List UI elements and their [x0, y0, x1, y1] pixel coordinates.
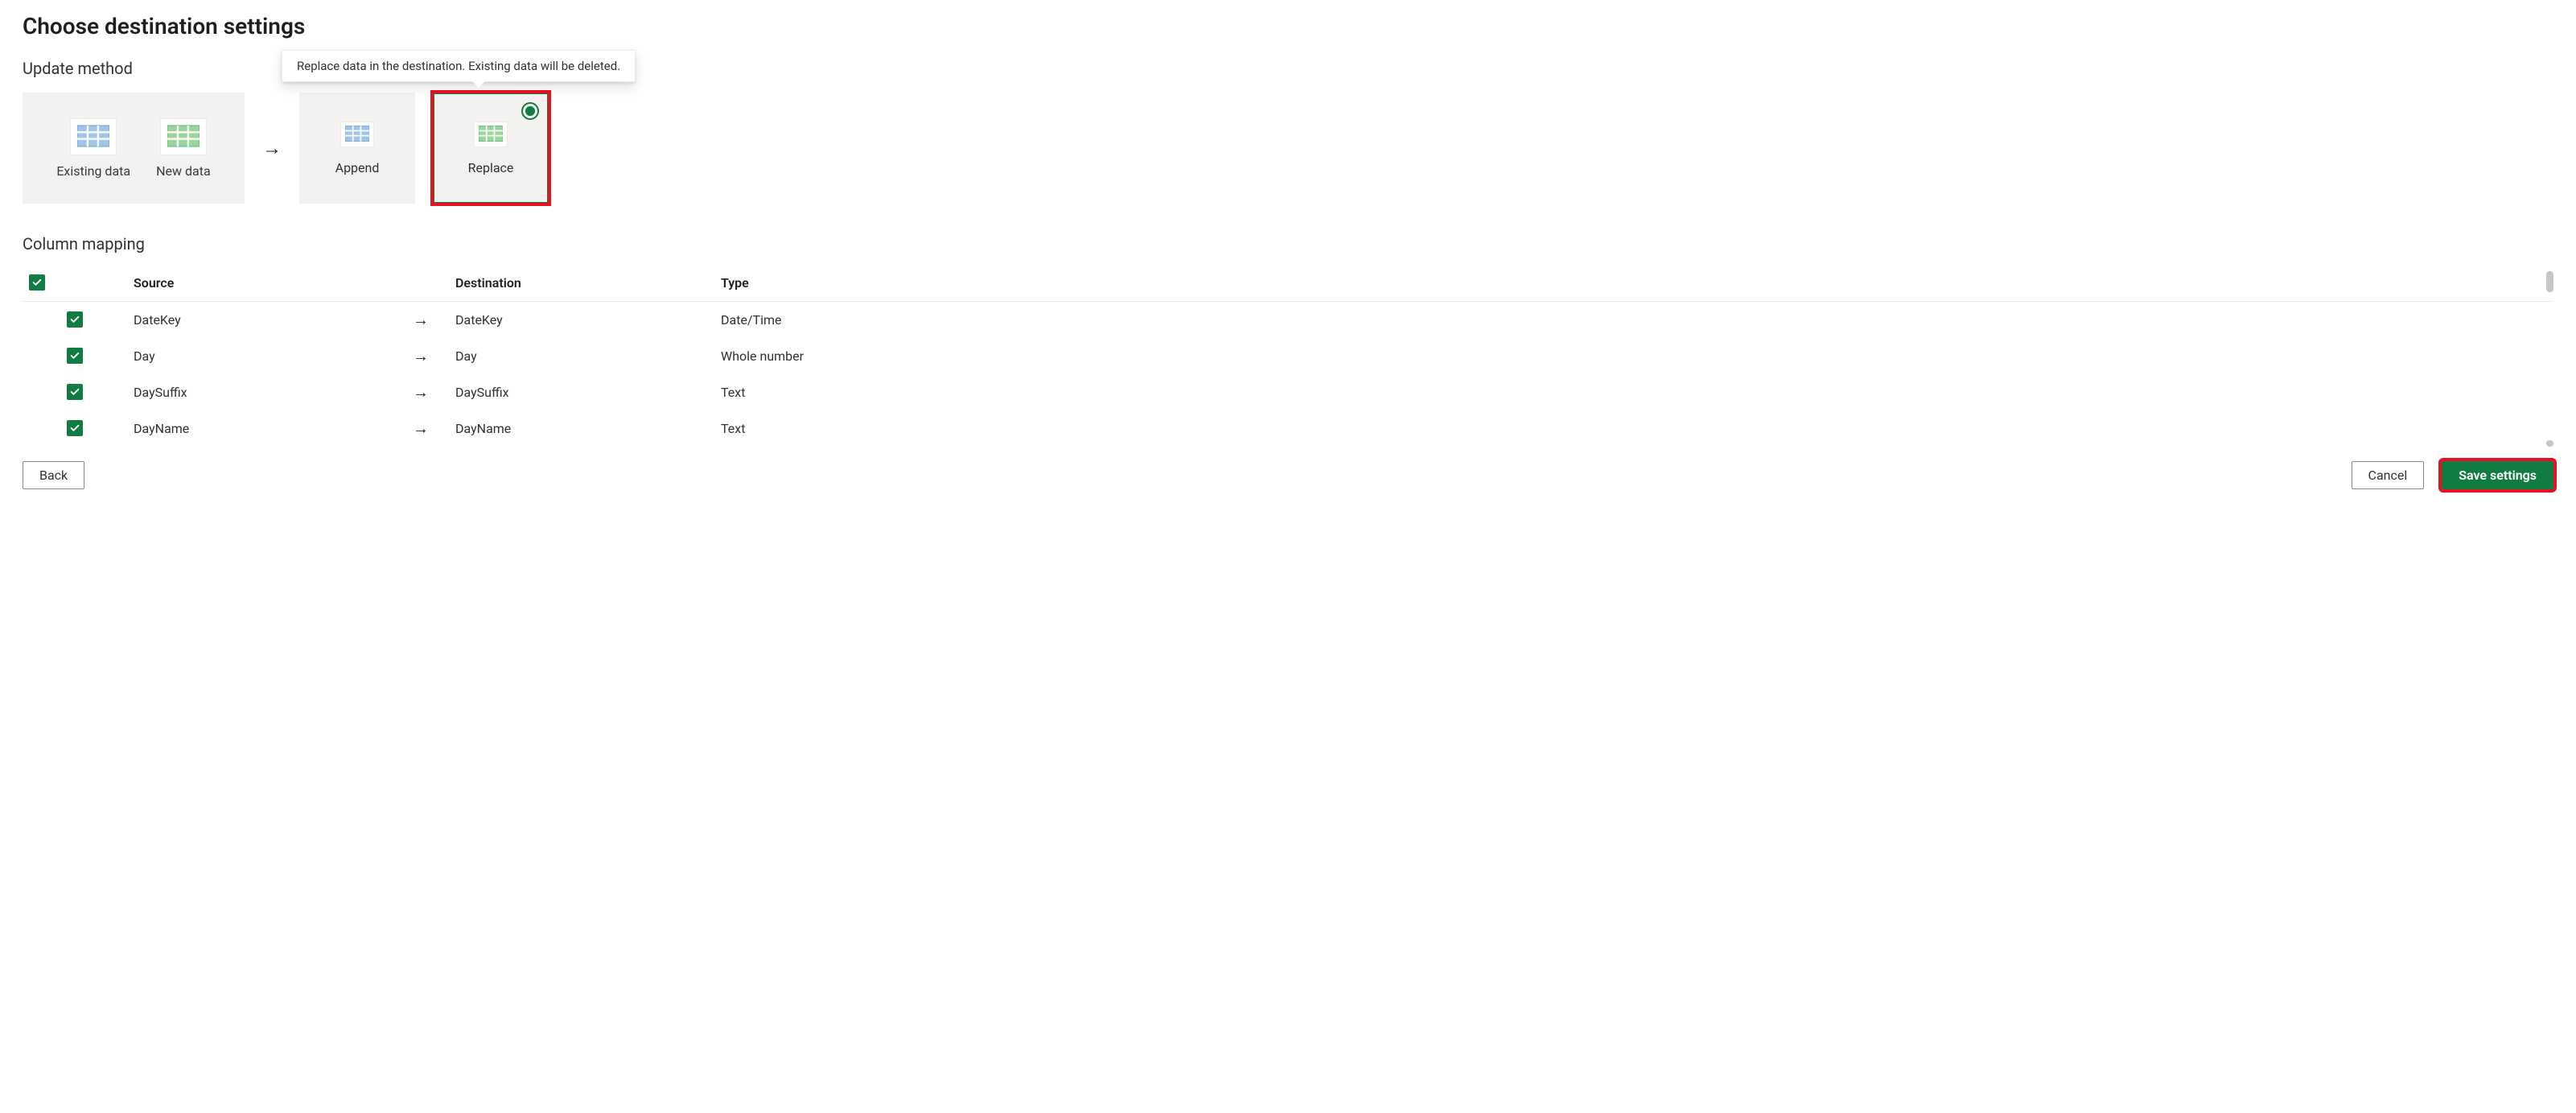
data-sources-panel: Existing data New data [23, 93, 245, 204]
update-method-row: Existing data New data → [23, 93, 2553, 204]
source-cell: Day [127, 338, 393, 374]
scrollbar-thumb[interactable] [2546, 271, 2553, 292]
header-type: Type [714, 268, 2553, 302]
type-cell: Text [714, 410, 2553, 447]
scrollbar-thumb[interactable] [2546, 440, 2553, 447]
radio-selected-icon [521, 102, 539, 120]
append-option[interactable]: Append [299, 93, 415, 204]
type-cell: Text [714, 374, 2553, 410]
row-checkbox[interactable] [67, 348, 83, 364]
row-checkbox[interactable] [67, 420, 83, 436]
save-settings-button[interactable]: Save settings [2442, 461, 2553, 489]
select-all-checkbox[interactable] [29, 274, 45, 291]
row-checkbox[interactable] [67, 384, 83, 400]
destination-cell: Day [449, 338, 714, 374]
table-icon [474, 122, 508, 147]
source-cell: DaySuffix [127, 374, 393, 410]
back-button[interactable]: Back [23, 461, 84, 489]
column-mapping-panel: Source Destination Type DateKey→DateKeyD… [23, 268, 2553, 447]
existing-data-block: Existing data [56, 118, 130, 179]
cancel-button[interactable]: Cancel [2352, 461, 2425, 489]
table-row: Day→DayWhole number [23, 338, 2553, 374]
arrow-right-icon: → [262, 137, 282, 160]
existing-data-label: Existing data [56, 163, 130, 179]
arrow-right-icon: → [413, 346, 429, 365]
arrow-right-icon: → [413, 310, 429, 329]
destination-cell: DateKey [449, 302, 714, 339]
source-cell: DayName [127, 410, 393, 447]
header-destination: Destination [449, 268, 714, 302]
destination-cell: DayName [449, 410, 714, 447]
new-data-label: New data [156, 163, 211, 179]
type-cell: Date/Time [714, 302, 2553, 339]
row-checkbox[interactable] [67, 311, 83, 328]
table-row: DaySuffix→DaySuffixText [23, 374, 2553, 410]
new-data-block: New data [156, 118, 211, 179]
table-icon [340, 122, 374, 147]
page-title: Choose destination settings [23, 13, 2553, 39]
replace-option[interactable]: Replace [433, 93, 549, 204]
footer-bar: Back Cancel Save settings [23, 461, 2553, 489]
arrow-right-icon: → [413, 382, 429, 402]
source-cell: DateKey [127, 302, 393, 339]
table-row: DateKey→DateKeyDate/Time [23, 302, 2553, 339]
append-label: Append [335, 160, 380, 175]
column-mapping-table: Source Destination Type DateKey→DateKeyD… [23, 268, 2553, 447]
replace-label: Replace [468, 160, 514, 175]
type-cell: Whole number [714, 338, 2553, 374]
destination-cell: DaySuffix [449, 374, 714, 410]
table-row: DayName→DayNameText [23, 410, 2553, 447]
table-icon [70, 118, 117, 155]
replace-tooltip: Replace data in the destination. Existin… [282, 50, 636, 82]
arrow-right-icon: → [413, 418, 429, 438]
header-source: Source [127, 268, 393, 302]
column-mapping-heading: Column mapping [23, 234, 2553, 254]
table-icon [160, 118, 207, 155]
